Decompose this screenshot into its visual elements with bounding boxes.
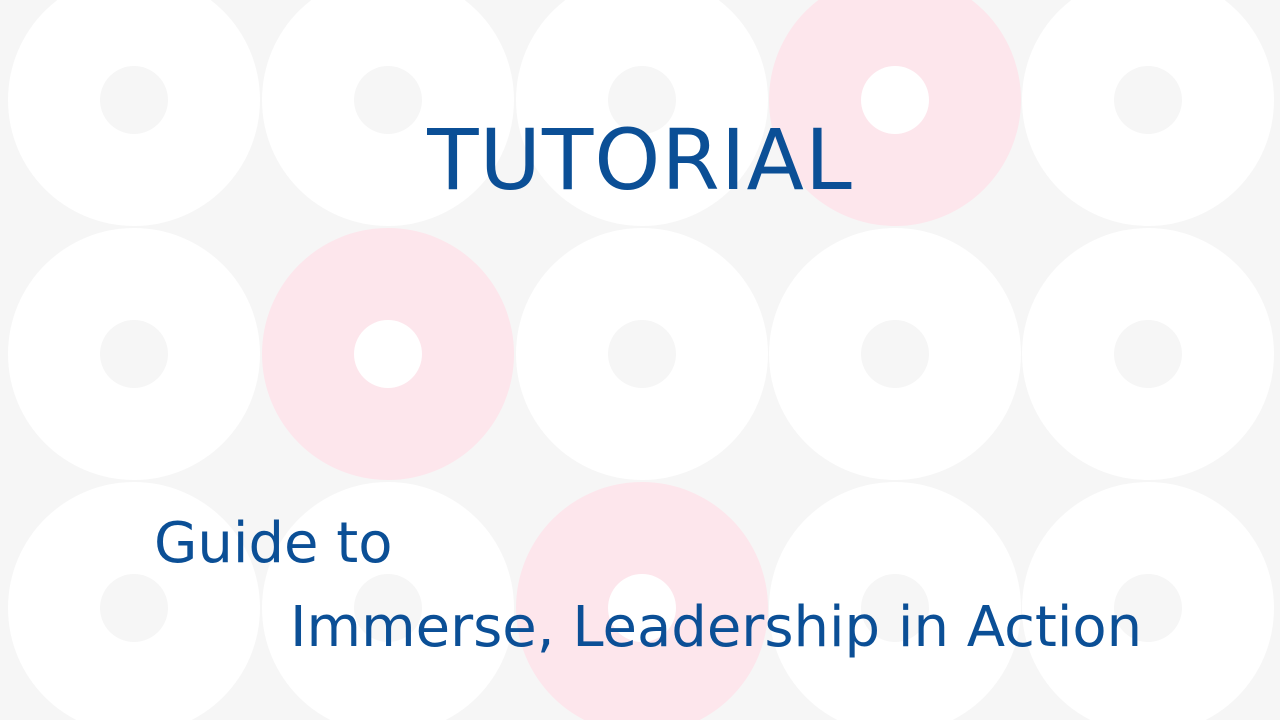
subtitle-line-1: Guide to	[154, 511, 393, 576]
subtitle-line-2: Immerse, Leadership in Action	[290, 595, 1143, 660]
ring-hole	[354, 320, 422, 388]
ring-hole	[100, 574, 168, 642]
ring-hole	[1114, 320, 1182, 388]
ring-hole	[861, 320, 929, 388]
ring-hole	[100, 320, 168, 388]
slide-title: TUTORIAL	[427, 111, 853, 209]
ring-hole	[608, 320, 676, 388]
slide: TUTORIAL Guide to Immerse, Leadership in…	[0, 0, 1280, 720]
